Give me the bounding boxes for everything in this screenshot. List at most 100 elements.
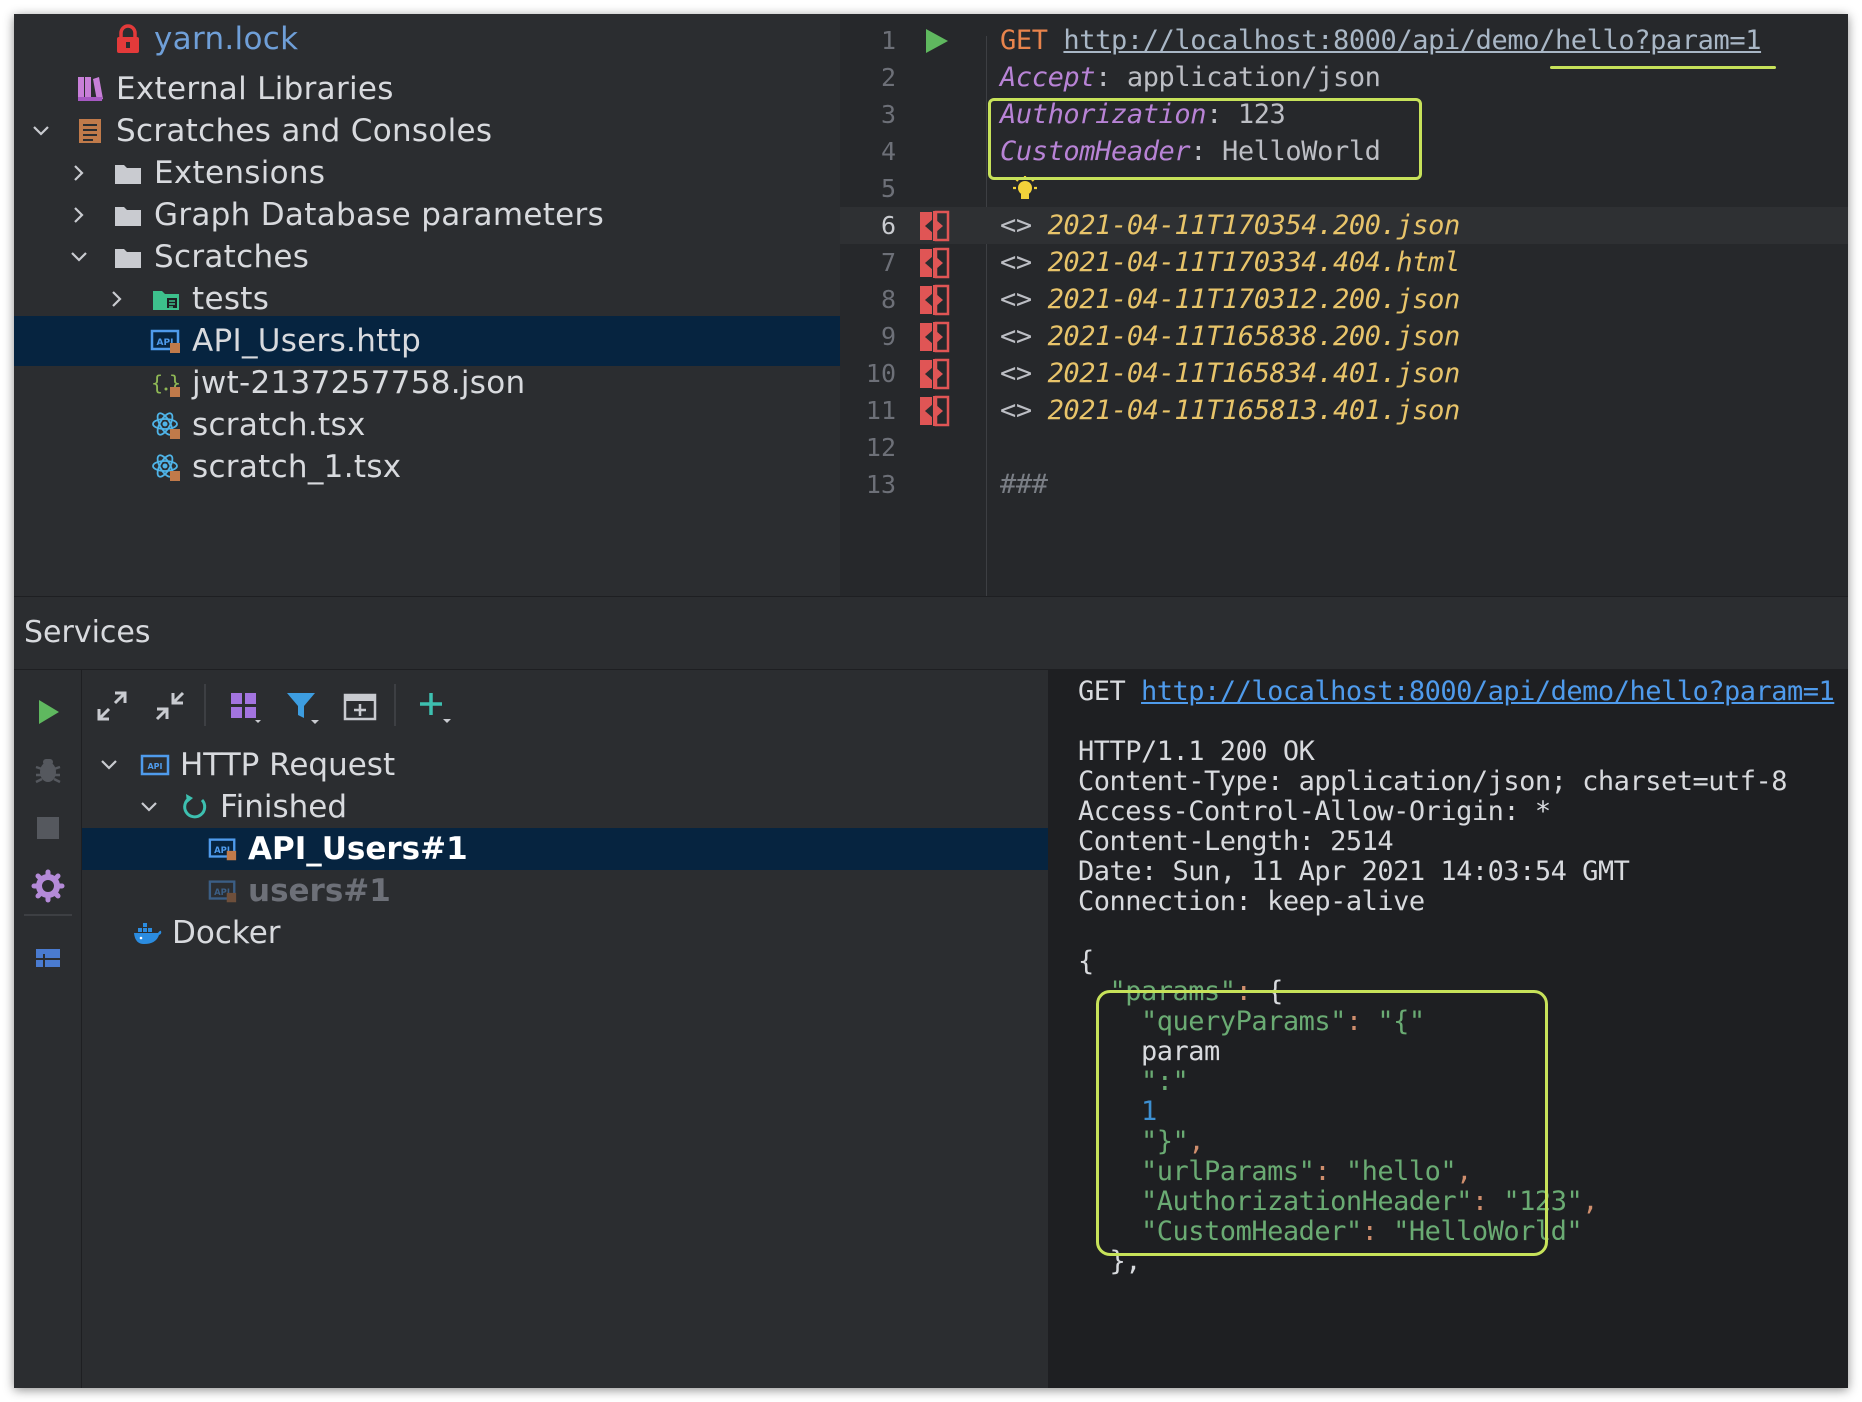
http-file-icon: API [208,876,238,906]
bug-icon [35,759,61,784]
code-token: ### [1000,469,1048,500]
diff-icon[interactable] [918,246,950,280]
lock-icon [112,23,144,55]
test-folder-icon [150,283,182,315]
line-number: 7 [880,248,896,277]
service-item[interactable]: API HTTP Request [82,744,1048,786]
filter-button[interactable] [280,684,324,728]
service-item[interactable]: Docker [82,912,1048,954]
code-token: <> [1000,321,1048,352]
code-token: <> [1000,210,1048,241]
chevron-placeholder [108,374,126,392]
services-sidebar [14,670,82,1388]
tree-item[interactable]: scratch_1.tsx [14,442,840,492]
tree-item-label: Graph Database parameters [154,197,605,233]
new-tab-button[interactable] [338,684,382,728]
code-token: <> [1000,284,1048,315]
gear-icon [31,869,65,903]
response-token: Content-Type: application/json; charset=… [1078,766,1788,797]
chevron-placeholder [108,458,126,476]
response-viewer[interactable]: GET http://localhost:8000/api/demo/hello… [1048,670,1848,1388]
tree-item-label: yarn.lock [154,21,299,57]
folder-icon [112,241,144,273]
response-token: GET [1078,676,1142,707]
editor-line[interactable]: 6 <> 2021-04-11T170354.200.json [840,207,1848,244]
response-file-link[interactable]: 2021-04-11T165834.401.json [1048,358,1461,389]
chevron-down-icon[interactable] [140,798,158,816]
run-icon[interactable] [920,24,952,58]
line-number: 4 [880,137,896,166]
response-token: Connection: keep-alive [1078,886,1425,917]
line-number: 2 [880,63,896,92]
request-url-link[interactable]: http://localhost:8000/api/demo/hello?par… [1063,25,1761,56]
editor-line[interactable]: 11 <> 2021-04-11T165813.401.json [840,392,1848,429]
chevron-down-icon[interactable] [70,248,88,266]
response-token: Content-Length: 2514 [1078,826,1394,857]
services-title: Services [24,615,151,650]
service-item-label: API_Users#1 [248,831,468,867]
group-by-button[interactable] [222,684,266,728]
chevron-right-icon[interactable] [70,206,88,224]
diff-icon[interactable] [918,209,950,243]
response-line: Connection: keep-alive [1078,886,1425,917]
toolbar-separator [394,684,396,726]
response-file-link[interactable]: 2021-04-11T165813.401.json [1048,395,1461,426]
response-url-link[interactable]: http://localhost:8000/api/demo/hello?par… [1141,676,1835,707]
http-file-icon: API [150,325,182,357]
code-text: ### [1000,469,1048,500]
project-tree: yarn.lock External Libraries Scratches and… [14,14,840,596]
response-file-link[interactable]: 2021-04-11T170312.200.json [1048,284,1461,315]
code-text: <> 2021-04-11T165838.200.json [1000,321,1460,352]
diff-icon[interactable] [918,394,950,428]
diff-icon[interactable] [918,320,950,354]
tree-item-label: scratch.tsx [192,407,366,443]
finished-icon [180,792,210,822]
chevron-right-icon[interactable] [70,164,88,182]
editor-line[interactable]: 8 <> 2021-04-11T170312.200.json [840,281,1848,318]
add-service-button[interactable] [412,684,456,728]
line-number: 3 [880,100,896,129]
editor-line[interactable]: 7 <> 2021-04-11T170334.404.html [840,244,1848,281]
react-icon [150,409,182,441]
tree-item[interactable]: yarn.lock [14,14,840,64]
service-item[interactable]: API users#1 [82,870,1048,912]
code-text: <> 2021-04-11T165813.401.json [1000,395,1460,426]
tree-item-label: jwt-2137257758.json [192,365,526,401]
response-token: , [1582,1186,1598,1217]
code-text: <> 2021-04-11T170312.200.json [1000,284,1460,315]
response-file-link[interactable]: 2021-04-11T165838.200.json [1048,321,1461,352]
ide-window: yarn.lock External Libraries Scratches and… [14,14,1848,1388]
run-button[interactable] [28,692,68,732]
expand-all-button[interactable] [90,684,134,728]
editor-line[interactable]: 1 GET http://localhost:8000/api/demo/hell… [840,22,1848,59]
line-number: 6 [880,211,896,240]
editor-line[interactable]: 10 <> 2021-04-11T165834.401.json [840,355,1848,392]
code-token: <> [1000,358,1048,389]
editor-line[interactable]: 2 Accept: application/json [840,59,1848,96]
editor-line[interactable]: 12 [840,429,1848,466]
chevron-right-icon[interactable] [108,290,126,308]
code-token: Accept [1000,62,1096,93]
chevron-down-icon[interactable] [32,122,50,140]
code-text: <> 2021-04-11T165834.401.json [1000,358,1460,389]
response-file-link[interactable]: 2021-04-11T170334.404.html [1048,247,1461,278]
stop-button[interactable] [28,808,68,848]
code-text: Accept: application/json [1000,62,1381,93]
settings-button[interactable] [28,866,68,906]
code-token: GET [1000,25,1064,56]
service-item[interactable]: Finished [82,786,1048,828]
tree-item-label: Scratches and Consoles [116,113,493,149]
editor-line[interactable]: 13 ### [840,466,1848,503]
collapse-all-button[interactable] [148,684,192,728]
layout-button[interactable] [28,938,68,978]
http-editor[interactable]: 1 GET http://localhost:8000/api/demo/hell… [840,14,1848,596]
response-file-link[interactable]: 2021-04-11T170354.200.json [1048,210,1461,241]
chevron-down-icon[interactable] [100,756,118,774]
service-item[interactable]: API API_Users#1 [82,828,1048,870]
diff-icon[interactable] [918,357,950,391]
diff-icon[interactable] [918,283,950,317]
debug-button[interactable] [28,750,68,790]
editor-line[interactable]: 9 <> 2021-04-11T165838.200.json [840,318,1848,355]
run-icon [39,700,59,724]
tree-item-label: tests [192,281,270,317]
